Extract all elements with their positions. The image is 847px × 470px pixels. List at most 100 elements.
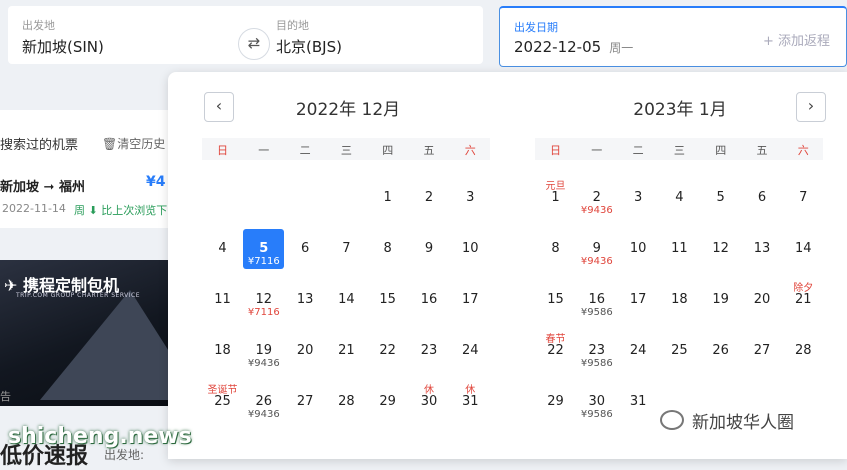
calendar-day[interactable]: 16	[409, 280, 450, 320]
calendar-day[interactable]: 18	[659, 280, 700, 320]
calendar-day[interactable]: 6	[742, 178, 783, 218]
month-title-left: 2022年 12月	[295, 100, 401, 120]
calendar-day[interactable]: 13	[285, 280, 326, 320]
weekday-label: 五	[423, 144, 435, 157]
calendar-day[interactable]: 9	[409, 229, 450, 269]
calendar-day[interactable]: 24	[450, 331, 491, 371]
history-title: 搜索过的机票	[0, 138, 79, 153]
from-city-input[interactable]: 新加坡(SIN)	[22, 36, 104, 57]
calendar-day[interactable]: 16 ¥9586	[576, 280, 617, 320]
day-number: 1	[551, 190, 560, 205]
calendar-day[interactable]: 休 31	[450, 382, 491, 422]
calendar-day[interactable]: 3	[450, 178, 491, 218]
day-number: 22	[547, 343, 564, 358]
calendar-day[interactable]: 22	[367, 331, 408, 371]
date-weekday: 周一	[609, 41, 634, 55]
calendar-day[interactable]: 2 ¥9436	[576, 178, 617, 218]
day-number: 10	[462, 241, 479, 256]
day-number: 19	[255, 343, 273, 358]
calendar-day[interactable]: 31	[618, 382, 659, 422]
day-number: 29	[547, 394, 564, 409]
day-price: ¥9586	[580, 307, 613, 318]
calendar-day[interactable]: 28	[783, 331, 824, 371]
calendar-day[interactable]: 14	[326, 280, 367, 320]
holiday-label: 春节	[545, 334, 566, 345]
day-number: 31	[629, 394, 647, 409]
calendar-day[interactable]: 23 ¥9586	[576, 331, 617, 371]
calendar-day[interactable]: 5	[700, 178, 741, 218]
day-number: 17	[629, 292, 647, 307]
day-number: 22	[379, 343, 396, 358]
calendar-day[interactable]: 11	[659, 229, 700, 269]
calendar-day[interactable]: 27	[285, 382, 326, 422]
calendar-day[interactable]: 20	[285, 331, 326, 371]
calendar-day[interactable]: 10	[618, 229, 659, 269]
weekday-label: 二	[632, 144, 644, 157]
calendar-day[interactable]: 28	[326, 382, 367, 422]
calendar-day[interactable]: 10	[450, 229, 491, 269]
holiday-label: 休	[465, 385, 476, 396]
calendar-day[interactable]: 25	[659, 331, 700, 371]
history-route[interactable]: 新加坡 ➞ 福州	[0, 176, 85, 195]
prev-month-button[interactable]: ‹	[204, 92, 234, 122]
calendar-day[interactable]: 23	[409, 331, 450, 371]
day-number: 24	[462, 343, 479, 358]
calendar-day[interactable]: 9 ¥9436	[576, 229, 617, 269]
calendar-day[interactable]: 19	[700, 280, 741, 320]
calendar-day[interactable]: 24	[618, 331, 659, 371]
calendar-day[interactable]: 5 ¥7116	[243, 229, 285, 269]
calendar-day[interactable]: 17	[450, 280, 491, 320]
day-number: 4	[675, 190, 684, 205]
calendar-day[interactable]: 14	[783, 229, 824, 269]
calendar-day[interactable]: 12	[700, 229, 741, 269]
calendar-day[interactable]: 27	[742, 331, 783, 371]
weekday-label: 五	[756, 144, 768, 157]
day-number: 16	[588, 292, 606, 307]
date-picker-popup: ‹ › 2022年 12月 2023年 1月 日一二三四五六 1 2 3 4 5 ¥7116…	[168, 72, 847, 459]
search-bar: 出发地 新加坡(SIN) ⇄ 目的地 北京(BJS) 出发日期 2022-12-…	[0, 0, 847, 67]
day-price: ¥7116	[247, 307, 280, 318]
calendar-day[interactable]: 3	[618, 178, 659, 218]
add-return-button[interactable]: + 添加返程	[763, 30, 830, 49]
day-number: 27	[753, 343, 771, 358]
calendar-day[interactable]: 7	[783, 178, 824, 218]
day-number: 8	[551, 241, 560, 256]
calendar-day[interactable]: 1	[367, 178, 408, 218]
calendar-day[interactable]: 29	[367, 382, 408, 422]
swap-icon[interactable]: ⇄	[238, 28, 270, 60]
calendar-day[interactable]: 15	[367, 280, 408, 320]
to-city-input[interactable]: 北京(BJS)	[276, 36, 342, 57]
calendar-day[interactable]: 21	[326, 331, 367, 371]
calendar-day[interactable]: 12 ¥7116	[243, 280, 284, 320]
calendar-day[interactable]: 19 ¥9436	[243, 331, 284, 371]
watermark-right-text: 新加坡华人圈	[692, 413, 794, 433]
day-number: 4	[218, 241, 227, 256]
date-field[interactable]: 出发日期 2022-12-05 周一 + 添加返程	[499, 6, 847, 67]
calendar-day[interactable]: 2	[409, 178, 450, 218]
day-number: 30	[588, 394, 606, 409]
date-label: 出发日期	[514, 21, 558, 34]
calendar-day[interactable]: 17	[618, 280, 659, 320]
calendar-day[interactable]: 30 ¥9586	[576, 382, 617, 422]
day-number: 14	[795, 241, 812, 256]
weekday-label: 日	[217, 144, 228, 157]
day-number: 12	[712, 241, 729, 256]
day-number: 19	[712, 292, 729, 307]
calendar-day[interactable]: 除夕 21	[783, 280, 824, 320]
calendar-day[interactable]: 7	[326, 229, 367, 269]
calendar-day[interactable]: 8	[367, 229, 408, 269]
date-input[interactable]: 2022-12-05 周一	[514, 38, 633, 56]
calendar-day[interactable]: 26 ¥9436	[243, 382, 284, 422]
next-month-button[interactable]: ›	[796, 92, 826, 122]
calendar-day[interactable]: 休 30	[409, 382, 450, 422]
day-number: 3	[633, 190, 643, 205]
calendar-day[interactable]: 20	[742, 280, 783, 320]
route-field[interactable]: 出发地 新加坡(SIN) ⇄ 目的地 北京(BJS)	[8, 6, 483, 64]
calendar-day[interactable]: 6	[285, 229, 326, 269]
calendar-day[interactable]: 4	[659, 178, 700, 218]
day-number: 21	[338, 343, 355, 358]
calendar-day[interactable]: 26	[700, 331, 741, 371]
clear-history-button[interactable]: 🗑清空历史	[102, 135, 165, 152]
charter-banner[interactable]: ✈ 携程定制包机 TRIP.COM GROUP CHARTER SERVICE …	[0, 260, 168, 406]
calendar-day[interactable]: 13	[742, 229, 783, 269]
